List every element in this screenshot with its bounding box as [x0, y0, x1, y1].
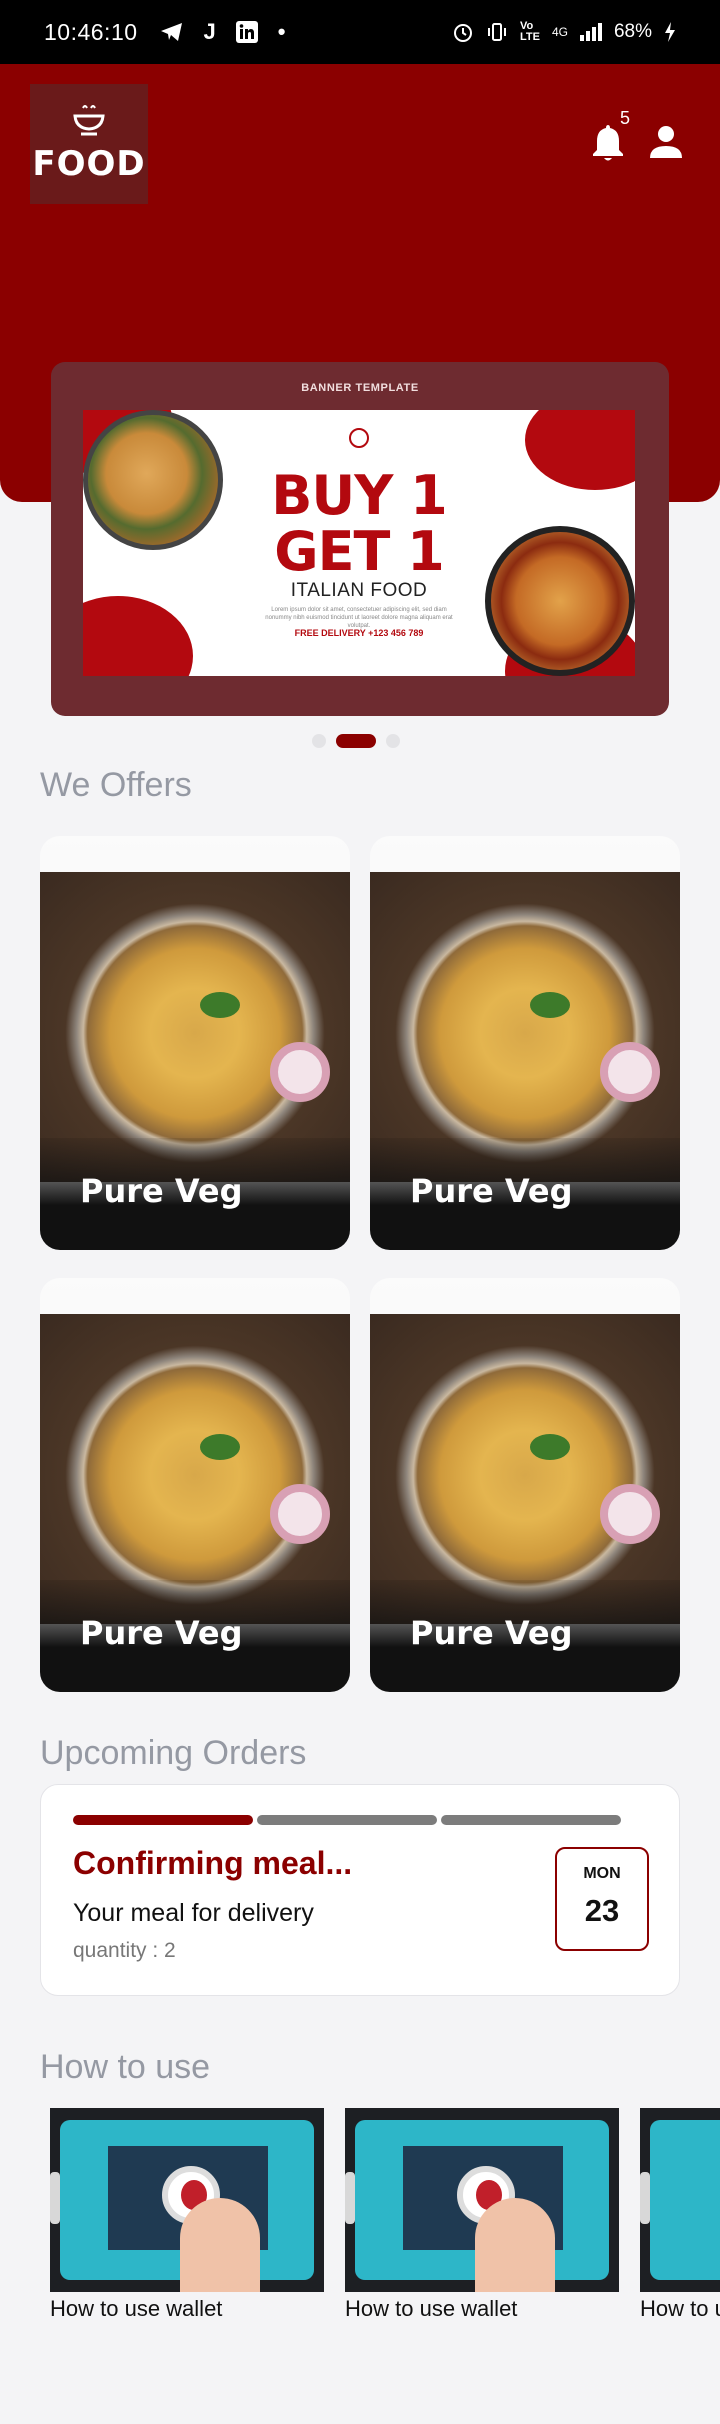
logo-text: FOOD: [32, 144, 146, 184]
herb-garnish: [530, 992, 570, 1018]
j-app-icon: J: [203, 19, 216, 44]
offer-card[interactable]: Pure Veg: [40, 1278, 350, 1692]
carousel-indicator: [312, 734, 400, 748]
herb-garnish: [200, 992, 240, 1018]
onion-garnish: [270, 1484, 330, 1544]
order-day: MON: [583, 1865, 621, 1882]
progress-step: [441, 1815, 621, 1825]
vibrate-icon: [487, 23, 506, 41]
order-quantity: quantity : 2: [73, 1939, 176, 1962]
upcoming-order-card[interactable]: Confirming meal... Your meal for deliver…: [40, 1784, 680, 1996]
howto-video-card[interactable]: How to use wallet: [640, 2108, 720, 2322]
hand-icon: [475, 2198, 555, 2292]
offer-card[interactable]: Pure Veg: [370, 836, 680, 1250]
app-logo[interactable]: FOOD: [30, 84, 148, 204]
order-progress: [73, 1815, 621, 1825]
order-subtitle: Your meal for delivery: [73, 1899, 314, 1927]
profile-icon[interactable]: [648, 124, 684, 160]
volte-icon: Vo LTE: [519, 20, 540, 43]
dot-icon: •: [277, 19, 286, 44]
banner-body-text: Lorem ipsum dolor sit amet, consectetuer…: [265, 607, 453, 629]
onion-garnish: [600, 1042, 660, 1102]
banner-headline-1: BUY 1: [271, 464, 447, 527]
howto-video-card[interactable]: How to use wallet: [50, 2108, 324, 2322]
network-label: 4G: [551, 25, 568, 39]
order-date-box: MON 23: [555, 1847, 649, 1951]
thumbnail-handle: [50, 2172, 60, 2224]
offer-label: Pure Veg: [410, 1614, 573, 1652]
banner-brand-icon: [349, 428, 369, 448]
offer-label: Pure Veg: [80, 1614, 243, 1652]
offer-card[interactable]: Pure Veg: [40, 836, 350, 1250]
progress-step: [257, 1815, 437, 1825]
offer-label: Pure Veg: [80, 1172, 243, 1210]
video-title: How to use wallet: [345, 2296, 518, 2321]
carousel-dot[interactable]: [312, 734, 326, 748]
onion-garnish: [270, 1042, 330, 1102]
video-thumbnail: [345, 2108, 619, 2292]
offers-section-title: We Offers: [40, 766, 192, 804]
status-time: 10:46:10: [44, 18, 138, 45]
order-date: 23: [584, 1893, 620, 1928]
alarm-icon: [453, 24, 472, 42]
thumbnail-handle: [345, 2172, 355, 2224]
banner-label: BANNER TEMPLATE: [301, 382, 419, 394]
promo-banner[interactable]: BANNER TEMPLATE BUY 1 GET 1 ITALIAN FOOD…: [51, 362, 669, 716]
herb-garnish: [200, 1434, 240, 1460]
biryani-image: [370, 1314, 680, 1624]
video-thumbnail: [50, 2108, 324, 2292]
tablet-screen: [650, 2120, 720, 2280]
howto-video-card[interactable]: How to use wallet: [345, 2108, 619, 2322]
bowl-icon: [73, 105, 105, 136]
howto-section-title: How to use: [40, 2048, 211, 2086]
carousel-dot[interactable]: [386, 734, 400, 748]
video-thumbnail: [640, 2108, 720, 2292]
biryani-image: [370, 872, 680, 1182]
video-title: How to use wallet: [50, 2296, 223, 2321]
onion-garnish: [600, 1484, 660, 1544]
hand-icon: [180, 2198, 260, 2292]
herb-garnish: [530, 1434, 570, 1460]
banner-delivery: FREE DELIVERY +123 456 789: [294, 628, 424, 638]
notification-count: 5: [620, 108, 631, 128]
biryani-image: [40, 872, 350, 1182]
banner-subheadline: ITALIAN FOOD: [290, 580, 428, 601]
banner-headline-2: GET 1: [274, 520, 444, 583]
offer-label: Pure Veg: [410, 1172, 573, 1210]
status-bar: 10:46:10 J • Vo LTE 4G 68%: [0, 0, 720, 64]
battery-charging-icon: [665, 22, 675, 42]
linkedin-icon: [235, 21, 258, 43]
thumbnail-handle: [640, 2172, 650, 2224]
biryani-image: [40, 1314, 350, 1624]
banner-image: BUY 1 GET 1 ITALIAN FOOD Lorem ipsum dol…: [83, 410, 635, 676]
progress-step: [73, 1815, 253, 1825]
battery-percent: 68%: [613, 21, 652, 42]
signal-icon: [579, 23, 602, 41]
order-status: Confirming meal...: [73, 1845, 353, 1881]
offer-card[interactable]: Pure Veg: [370, 1278, 680, 1692]
telegram-icon: [160, 23, 182, 41]
video-title: How to use wallet: [640, 2296, 720, 2321]
carousel-dot-active[interactable]: [336, 734, 376, 748]
upcoming-section-title: Upcoming Orders: [40, 1734, 307, 1772]
